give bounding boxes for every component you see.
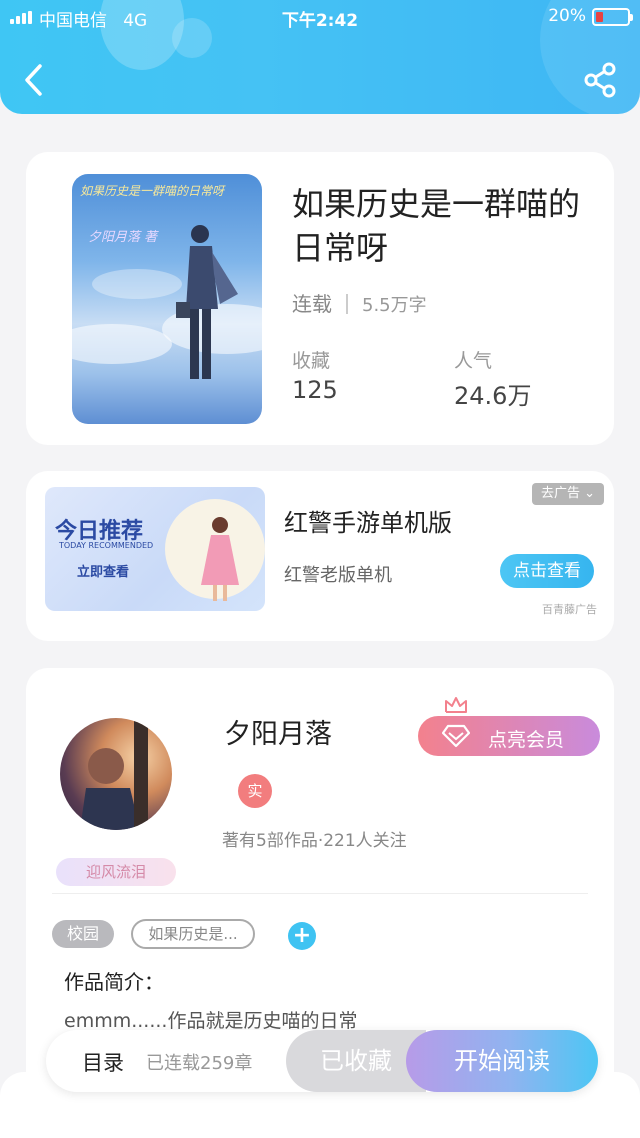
- add-tag-button[interactable]: +: [288, 922, 316, 950]
- status-bar: 中国电信 4G 下午2:42 20%: [0, 0, 640, 34]
- verified-badge: 实: [238, 774, 272, 808]
- ad-card[interactable]: 今日推荐 TODAY RECOMMENDED 立即查看 红警手游单机版 红警老版…: [26, 471, 614, 641]
- author-stats: 著有5部作品·221人关注: [222, 831, 407, 851]
- toc-button[interactable]: 目录: [82, 1047, 124, 1077]
- word-count: 5.5万字: [362, 295, 427, 316]
- vip-button-label: 点亮会员: [488, 729, 565, 751]
- status-time: 下午2:42: [281, 11, 359, 31]
- serial-status: 连载: [292, 292, 332, 316]
- bottom-action-bar: 目录 已连载259章 已收藏 开始阅读: [46, 1030, 598, 1092]
- intro-text: emmm......作品就是历史喵的日常: [64, 1010, 358, 1032]
- collected-button[interactable]: 已收藏: [286, 1030, 426, 1092]
- divider: [52, 893, 588, 894]
- collect-label: 收藏: [292, 350, 331, 372]
- vip-button[interactable]: 点亮会员: [418, 716, 600, 756]
- ad-image-cta: 立即查看: [77, 565, 130, 580]
- header: 中国电信 4G 下午2:42 20%: [0, 0, 640, 114]
- ad-image-subtitle: TODAY RECOMMENDED: [59, 541, 154, 550]
- popularity-count: 24.6万: [454, 382, 532, 410]
- category-tag[interactable]: 校园: [52, 920, 114, 948]
- cover-title: 如果历史是一群喵的日常呀: [80, 184, 225, 198]
- book-cover[interactable]: 如果历史是一群喵的日常呀 夕阳月落 著: [72, 174, 262, 424]
- popularity-label: 人气: [454, 350, 493, 372]
- ad-title: 红警手游单机版: [284, 509, 452, 537]
- book-tag[interactable]: 如果历史是...: [131, 919, 255, 949]
- book-title: 如果历史是一群喵的日常呀: [292, 185, 581, 267]
- ad-image[interactable]: 今日推荐 TODAY RECOMMENDED 立即查看: [45, 487, 265, 611]
- book-meta: 连载 5.5万字: [292, 288, 427, 317]
- figure-illustration: [176, 225, 238, 379]
- book-info-card: 如果历史是一群喵的日常呀 夕阳月落 著 如果历史是一群喵的日常呀 连载 5.5万字…: [26, 152, 614, 445]
- cover-author: 夕阳月落 著: [88, 230, 158, 245]
- battery-percent: 20%: [548, 6, 586, 26]
- author-name[interactable]: 夕阳月落: [224, 712, 332, 751]
- ad-subtitle: 红警老版单机: [284, 565, 392, 586]
- ad-view-button[interactable]: 点击查看: [500, 554, 594, 588]
- share-icon[interactable]: [582, 62, 618, 98]
- remove-ad-button[interactable]: 去广告 ⌄: [532, 483, 604, 505]
- start-reading-button[interactable]: 开始阅读: [406, 1030, 598, 1092]
- chapter-count: 已连载259章: [146, 1053, 253, 1074]
- ad-source: 百青藤广告: [542, 603, 597, 616]
- author-nickname-tag: 迎风流泪: [56, 858, 176, 886]
- chevron-left-icon[interactable]: [22, 62, 46, 98]
- avatar-illustration: [80, 718, 148, 830]
- avatar[interactable]: [60, 718, 172, 830]
- chevron-down-icon: ⌄: [584, 486, 596, 501]
- diamond-icon: [442, 724, 470, 748]
- collect-count: 125: [292, 376, 338, 404]
- crown-icon: [445, 697, 467, 713]
- battery-icon: [592, 8, 633, 26]
- girl-illustration: [201, 517, 239, 601]
- intro-label: 作品简介：: [64, 970, 164, 994]
